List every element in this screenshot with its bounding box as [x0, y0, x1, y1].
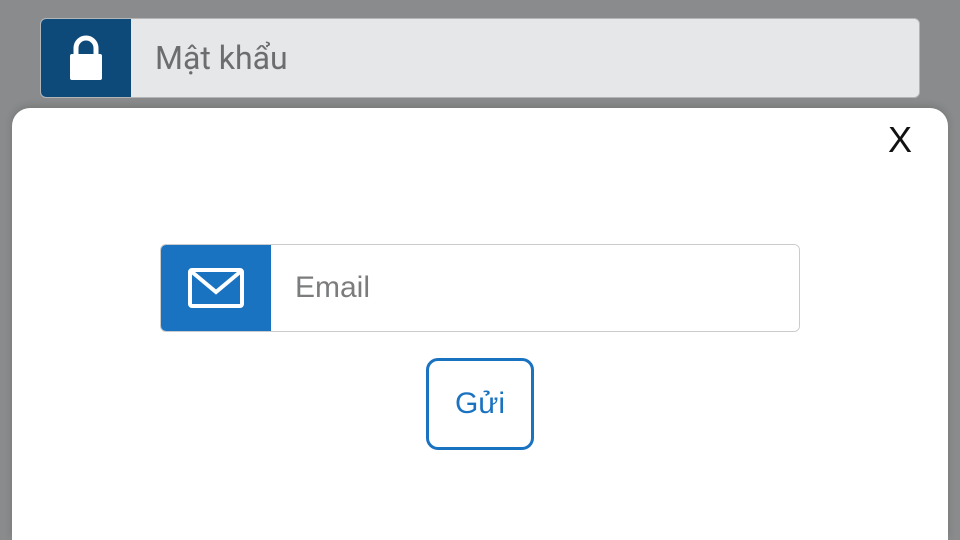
lock-icon	[41, 19, 131, 97]
send-button-label: Gửi	[455, 387, 505, 421]
password-field-row: Mật khẩu	[40, 18, 920, 98]
modal-body: Gửi	[12, 244, 948, 450]
password-input-placeholder: Mật khẩu	[131, 19, 919, 97]
email-field-row	[160, 244, 800, 332]
email-input[interactable]	[271, 245, 799, 331]
send-button[interactable]: Gửi	[426, 358, 534, 450]
close-button[interactable]: X	[888, 122, 912, 158]
forgot-password-modal: X Gửi	[12, 108, 948, 540]
mail-icon	[161, 245, 271, 331]
